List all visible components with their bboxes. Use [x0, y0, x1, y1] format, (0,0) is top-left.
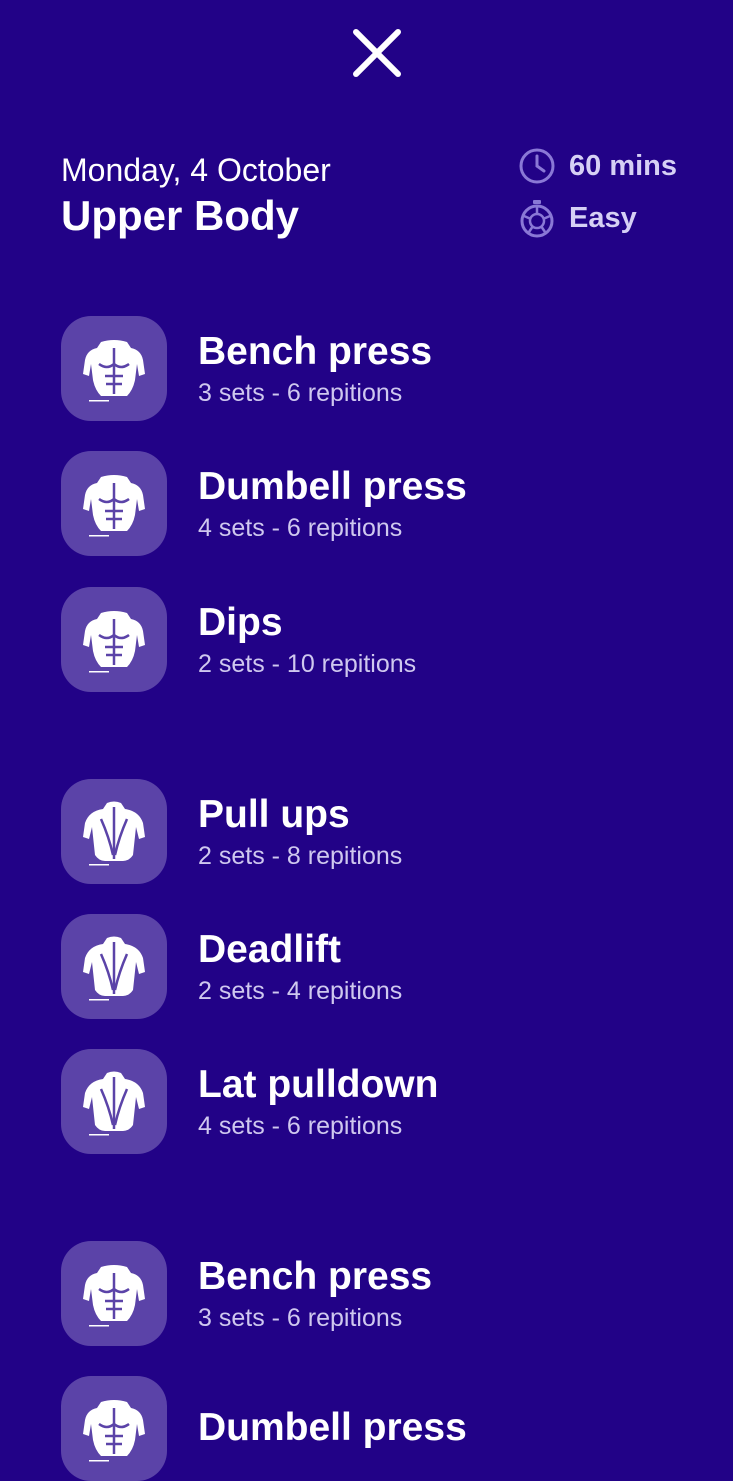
back-muscle-icon — [83, 936, 145, 1000]
exercise-thumbnail — [61, 1241, 167, 1346]
exercise-thumbnail — [61, 587, 167, 692]
exercise-item[interactable]: Pull ups 2 sets - 8 repitions — [61, 779, 701, 884]
exercise-name: Bench press — [198, 1254, 433, 1298]
exercise-name: Deadlift — [198, 927, 342, 971]
exercise-name: Bench press — [198, 329, 433, 373]
exercise-name: Pull ups — [198, 792, 350, 836]
workout-meta: 60 mins Easy — [517, 144, 677, 248]
exercise-item[interactable]: Lat pulldown 4 sets - 6 repitions — [61, 1049, 701, 1154]
clock-icon — [517, 146, 557, 186]
exercise-name: Dumbell press — [198, 1405, 467, 1449]
exercise-item[interactable]: Dips 2 sets - 10 repitions — [61, 587, 701, 692]
exercise-detail: 2 sets - 8 repitions — [198, 841, 403, 870]
stopwatch-icon — [517, 198, 557, 238]
exercise-thumbnail — [61, 1376, 167, 1481]
exercise-name: Dumbell press — [198, 464, 467, 508]
exercise-detail: 4 sets - 6 repitions — [198, 513, 403, 542]
exercise-item[interactable]: Deadlift 2 sets - 4 repitions — [61, 914, 701, 1019]
workout-title: Upper Body — [61, 192, 300, 239]
workout-header: Monday, 4 October Upper Body — [61, 150, 331, 242]
close-button[interactable] — [346, 22, 408, 84]
exercise-name: Dips — [198, 600, 283, 644]
exercise-item[interactable]: Bench press 3 sets - 6 repitions — [61, 1241, 701, 1346]
difficulty-value: Easy — [569, 201, 637, 234]
exercise-detail: 3 sets - 6 repitions — [198, 378, 403, 407]
exercise-thumbnail — [61, 1049, 167, 1154]
chest-muscle-icon — [83, 339, 145, 401]
exercise-item[interactable]: Dumbell press 4 sets - 6 repitions — [61, 451, 701, 556]
exercise-detail: 3 sets - 6 repitions — [198, 1303, 403, 1332]
difficulty-row: Easy — [517, 196, 677, 240]
close-icon — [353, 29, 401, 77]
chest-muscle-icon — [83, 1264, 145, 1326]
exercise-thumbnail — [61, 914, 167, 1019]
back-muscle-icon — [83, 801, 145, 865]
exercise-detail: 4 sets - 6 repitions — [198, 1111, 403, 1140]
chest-muscle-icon — [83, 474, 145, 536]
chest-muscle-icon — [83, 610, 145, 672]
exercise-thumbnail — [61, 316, 167, 421]
exercise-item[interactable]: Bench press 3 sets - 6 repitions — [61, 316, 701, 421]
exercise-detail: 2 sets - 4 repitions — [198, 976, 403, 1005]
exercise-thumbnail — [61, 451, 167, 556]
back-muscle-icon — [83, 1071, 145, 1135]
exercise-item[interactable]: Dumbell press — [61, 1376, 701, 1481]
workout-date: Monday, 4 October — [61, 152, 331, 188]
exercise-detail: 2 sets - 10 repitions — [198, 649, 417, 678]
chest-muscle-icon — [83, 1399, 145, 1461]
duration-value: 60 mins — [569, 149, 677, 182]
exercise-thumbnail — [61, 779, 167, 884]
exercise-name: Lat pulldown — [198, 1062, 439, 1106]
duration-row: 60 mins — [517, 144, 677, 188]
